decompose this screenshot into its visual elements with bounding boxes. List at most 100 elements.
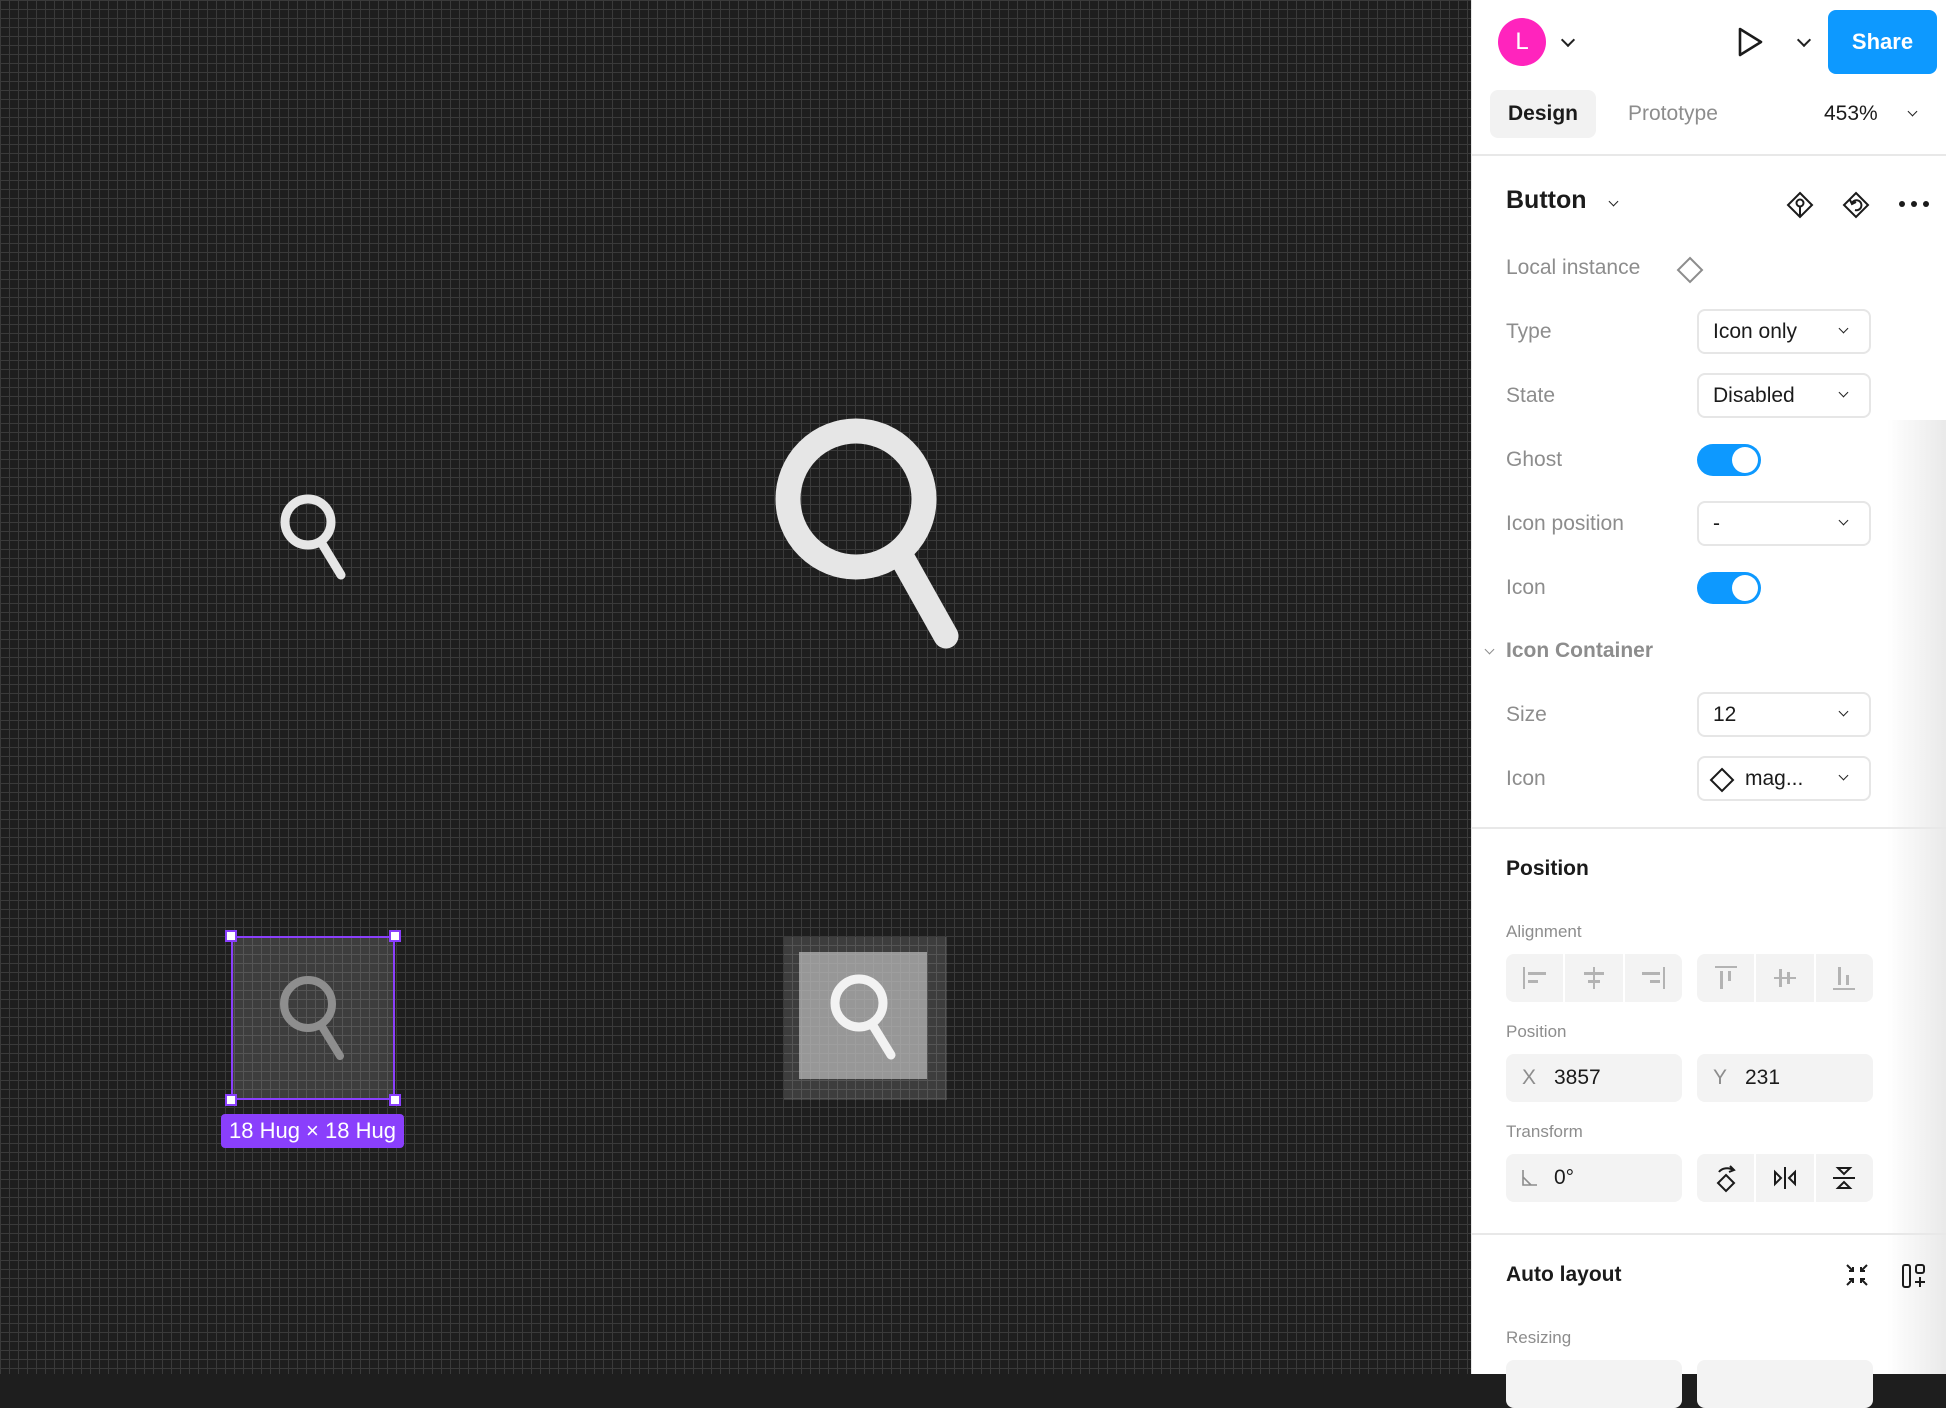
toggle-knob — [1732, 575, 1758, 601]
ghost-toggle[interactable] — [1697, 444, 1761, 476]
reset-instance-icon[interactable] — [1841, 190, 1871, 220]
play-icon[interactable] — [1736, 26, 1764, 58]
tab-prototype[interactable]: Prototype — [1628, 90, 1718, 138]
icon-toggle-label: Icon — [1506, 576, 1546, 599]
size-select[interactable]: 12 — [1697, 692, 1871, 737]
more-options-icon[interactable] — [1897, 196, 1931, 212]
avatar-chevron-down-icon[interactable] — [1560, 32, 1576, 48]
icon-position-select[interactable]: - — [1697, 501, 1871, 546]
play-chevron-down-icon[interactable] — [1796, 32, 1812, 48]
icon-container-title[interactable]: Icon Container — [1506, 639, 1653, 663]
icon-select-value: mag... — [1745, 767, 1804, 790]
resize-handle-top-right[interactable] — [389, 930, 401, 942]
local-instance-label: Local instance — [1506, 256, 1641, 279]
size-select-value: 12 — [1713, 703, 1737, 726]
properties-panel: L Share Design Prototype 453% Button Loc… — [1471, 0, 1946, 1408]
icon-swap-select[interactable]: mag... — [1697, 756, 1871, 801]
width-resizing-select[interactable] — [1506, 1360, 1682, 1408]
auto-layout-title: Auto layout — [1506, 1263, 1622, 1286]
add-auto-layout-icon[interactable] — [1900, 1262, 1928, 1290]
share-button[interactable]: Share — [1828, 10, 1937, 74]
rotation-value: 0° — [1554, 1166, 1575, 1189]
panel-edge-shadow — [1887, 420, 1946, 1374]
magnifying-glass-icon — [830, 974, 896, 1060]
icon-position-select-value: - — [1713, 512, 1720, 535]
transform-label: Transform — [1506, 1122, 1583, 1141]
component-chevron-down-icon[interactable] — [1608, 196, 1619, 207]
align-vertical-center-button[interactable] — [1756, 954, 1816, 1002]
icon-position-label: Icon position — [1506, 512, 1624, 535]
selection-size-label: 18 Hug × 18 Hug — [221, 1114, 404, 1148]
position-section-title: Position — [1506, 857, 1589, 880]
align-vertical-center-icon — [1773, 969, 1796, 987]
rotate-90-button[interactable] — [1697, 1154, 1757, 1202]
chevron-down-icon — [1838, 323, 1849, 334]
user-avatar[interactable]: L — [1498, 18, 1546, 66]
zoom-chevron-down-icon[interactable] — [1907, 106, 1918, 117]
flip-vertical-icon — [1833, 1167, 1856, 1189]
x-value: 3857 — [1554, 1066, 1601, 1089]
y-value: 231 — [1745, 1066, 1781, 1089]
magnifying-glass-small-icon[interactable] — [276, 490, 350, 586]
align-right-button[interactable] — [1625, 954, 1682, 1002]
resize-handle-bottom-left[interactable] — [225, 1094, 237, 1106]
chevron-down-icon — [1838, 706, 1849, 717]
rotation-input[interactable]: 0° — [1506, 1154, 1682, 1202]
align-bottom-icon — [1833, 967, 1856, 990]
align-top-button[interactable] — [1697, 954, 1757, 1002]
magnifying-glass-icon — [280, 976, 344, 1060]
state-select[interactable]: Disabled — [1697, 373, 1871, 418]
magnifying-glass-large-icon[interactable] — [768, 414, 968, 664]
align-top-icon — [1714, 966, 1737, 989]
flip-horizontal-icon — [1773, 1167, 1796, 1189]
component-title[interactable]: Button — [1506, 186, 1587, 215]
state-label: State — [1506, 384, 1556, 407]
align-horizontal-center-icon — [1583, 967, 1604, 989]
align-right-icon — [1642, 967, 1666, 989]
x-position-input[interactable]: X 3857 — [1506, 1054, 1682, 1102]
icon-toggle[interactable] — [1697, 572, 1761, 604]
design-canvas[interactable]: 18 Hug × 18 Hug — [0, 0, 1471, 1374]
y-position-input[interactable]: Y 231 — [1697, 1054, 1873, 1102]
rotate-icon — [1716, 1165, 1736, 1193]
x-prefix: X — [1522, 1066, 1537, 1089]
resize-handle-bottom-right[interactable] — [389, 1094, 401, 1106]
align-horizontal-center-button[interactable] — [1565, 954, 1625, 1002]
vertical-alignment-group — [1697, 954, 1873, 1002]
go-to-main-component-icon[interactable] — [1785, 190, 1815, 220]
state-select-value: Disabled — [1713, 384, 1795, 407]
align-left-icon — [1522, 967, 1546, 989]
instance-diamond-icon — [1709, 767, 1735, 793]
tab-design[interactable]: Design — [1490, 90, 1596, 138]
resizing-label: Resizing — [1506, 1328, 1572, 1347]
collapse-chevron-icon[interactable] — [1484, 644, 1495, 655]
flip-horizontal-button[interactable] — [1756, 1154, 1816, 1202]
component-instance-diamond-icon — [1676, 256, 1704, 284]
angle-icon — [1522, 1170, 1537, 1186]
type-select-value: Icon only — [1713, 320, 1798, 343]
type-select[interactable]: Icon only — [1697, 309, 1871, 354]
chevron-down-icon — [1838, 515, 1849, 526]
chevron-down-icon — [1838, 387, 1849, 398]
divider — [1472, 827, 1946, 829]
toggle-knob — [1732, 447, 1758, 473]
alignment-label: Alignment — [1506, 922, 1582, 941]
type-label: Type — [1506, 320, 1552, 343]
ghost-label: Ghost — [1506, 448, 1563, 471]
divider — [1472, 154, 1946, 156]
flip-vertical-button[interactable] — [1816, 1154, 1873, 1202]
selected-button-frame[interactable] — [225, 930, 401, 1106]
size-label: Size — [1506, 703, 1547, 726]
align-left-button[interactable] — [1506, 954, 1566, 1002]
align-bottom-button[interactable] — [1816, 954, 1873, 1002]
resize-handle-top-left[interactable] — [225, 930, 237, 942]
y-prefix: Y — [1713, 1066, 1728, 1089]
suggest-auto-layout-icon[interactable] — [1844, 1262, 1870, 1288]
position-label: Position — [1506, 1022, 1567, 1041]
chevron-down-icon — [1838, 770, 1849, 781]
zoom-level[interactable]: 453% — [1824, 90, 1878, 138]
transform-buttons-group — [1697, 1154, 1873, 1202]
disabled-button-inner — [799, 952, 927, 1079]
horizontal-alignment-group — [1506, 954, 1682, 1002]
height-resizing-select[interactable] — [1697, 1360, 1873, 1408]
